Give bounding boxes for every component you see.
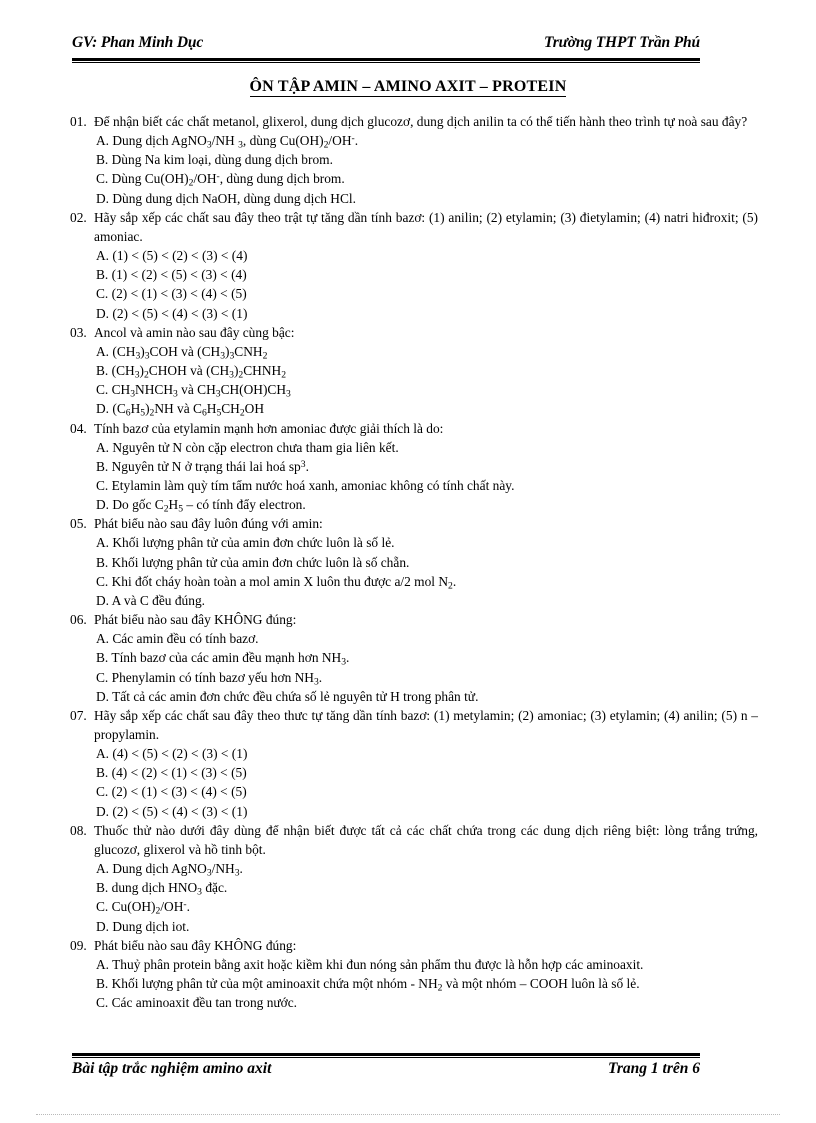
document-page: GV: Phan Minh Dục Trường THPT Trần Phú Ô… [0,0,816,1123]
question-block: 08. Thuốc thử nào dưới đây dùng để nhận b… [70,821,758,936]
question-stem-row: 09. Phát biểu nào sau đây KHÔNG đúng: [70,936,758,955]
question-number: 09. [70,937,87,953]
question-stem-row: 07. Hãy sắp xếp các chất sau đây theo thư… [70,706,758,744]
answer-option[interactable]: C. Phenylamin có tính bazơ yếu hơn NH3. [70,668,758,687]
page-header: GV: Phan Minh Dục Trường THPT Trần Phú [72,34,700,52]
answer-option[interactable]: A. Nguyên tử N còn cặp electron chưa tha… [70,438,758,457]
answer-option[interactable]: C. Các aminoaxit đều tan trong nước. [70,993,758,1012]
answer-option[interactable]: A. Dung dịch AgNO3/NH 3, dùng Cu(OH)2/OH… [70,131,758,150]
question-stem: Ancol và amin nào sau đây cùng bậc: [94,324,295,340]
question-stem: Tính bazơ của etylamin mạnh hơn amoniac … [94,420,444,436]
footer-divider [72,1053,700,1058]
question-block: 01. Để nhận biết các chất metanol, glixer… [70,112,758,208]
question-stem-row: 06. Phát biểu nào sau đây KHÔNG đúng: [70,610,758,629]
question-number: 01. [70,114,87,129]
question-number: 05. [70,516,87,532]
footer-page-number: Trang 1 trên 6 [607,1060,700,1077]
header-teacher-name: GV: Phan Minh Dục [72,34,204,51]
answer-option[interactable]: C. (2) < (1) < (3) < (4) < (5) [70,782,758,801]
question-block: 05. Phát biểu nào sau đây luôn đúng với a… [70,514,758,610]
answer-option[interactable]: C. Dùng Cu(OH)2/OH-, dùng dung dịch brom… [70,169,758,188]
answer-option[interactable]: D. A và C đều đúng. [70,591,758,610]
question-stem: Thuốc thử nào dưới đây dùng để nhận biết… [94,822,758,857]
question-block: 07. Hãy sắp xếp các chất sau đây theo thư… [70,706,758,821]
question-stem: Phát biểu nào sau đây KHÔNG đúng: [94,937,297,953]
answer-option[interactable]: D. (2) < (5) < (4) < (3) < (1) [70,802,758,821]
header-divider [72,58,700,63]
answer-option[interactable]: D. Tất cả các amin đơn chức đều chứa số … [70,687,758,706]
answer-option[interactable]: C. Khi đốt cháy hoàn toàn a mol amin X l… [70,572,758,591]
answer-option[interactable]: C. (2) < (1) < (3) < (4) < (5) [70,284,758,303]
question-number: 07. [70,707,87,723]
question-stem: Hãy sắp xếp các chất sau đây theo thưc t… [94,707,758,742]
question-stem-row: 04. Tính bazơ của etylamin mạnh hơn amoni… [70,419,758,438]
answer-option[interactable]: B. Nguyên tử N ở trạng thái lai hoá sp3. [70,457,758,476]
answer-option[interactable]: B. (CH3)2CHOH và (CH3)2CHNH2 [70,361,758,380]
question-stem-row: 03. Ancol và amin nào sau đây cùng bậc: [70,323,758,342]
page-title: ÔN TẬP AMIN – AMINO AXIT – PROTEIN [0,78,816,97]
answer-option[interactable]: A. (CH3)3COH và (CH3)3CNH2 [70,342,758,361]
question-stem: Để nhận biết các chất metanol, glixerol,… [94,114,748,129]
question-stem-row: 05. Phát biểu nào sau đây luôn đúng với a… [70,514,758,533]
question-stem-row: 08. Thuốc thử nào dưới đây dùng để nhận b… [70,821,758,859]
answer-option[interactable]: D. Do gốc C2H5 – có tính đẩy electron. [70,495,758,514]
header-school-name: Trường THPT Trần Phú [544,34,700,51]
answer-option[interactable]: A. (1) < (5) < (2) < (3) < (4) [70,246,758,265]
question-number: 02. [70,209,87,225]
questions-container: 01. Để nhận biết các chất metanol, glixer… [70,112,758,1012]
bottom-dotted-rule [36,1114,780,1115]
answer-option[interactable]: B. dung dịch HNO3 đặc. [70,878,758,897]
answer-option[interactable]: B. Dùng Na kim loại, dùng dung dịch brom… [70,150,758,169]
answer-option[interactable]: A. Dung dịch AgNO3/NH3. [70,859,758,878]
question-block: 02. Hãy sắp xếp các chất sau đây theo trậ… [70,208,758,323]
answer-option[interactable]: D. (2) < (5) < (4) < (3) < (1) [70,304,758,323]
question-stem: Phát biểu nào sau đây KHÔNG đúng: [94,612,297,628]
question-number: 06. [70,612,87,628]
footer-document-title: Bài tập trắc nghiệm amino axit [72,1060,272,1077]
question-block: 06. Phát biểu nào sau đây KHÔNG đúng: A. C… [70,610,758,706]
page-title-text: ÔN TẬP AMIN – AMINO AXIT – PROTEIN [249,78,567,97]
question-number: 08. [70,822,87,838]
question-stem: Phát biểu nào sau đây luôn đúng với amin… [94,516,323,532]
question-block: 09. Phát biểu nào sau đây KHÔNG đúng: A. T… [70,936,758,1013]
question-number: 04. [70,420,87,436]
answer-option[interactable]: D. Dùng dung dịch NaOH, dùng dung dịch H… [70,189,758,208]
answer-option[interactable]: A. Thuỷ phân protein bằng axit hoặc kiềm… [70,955,758,974]
answer-option[interactable]: C. Cu(OH)2/OH-. [70,897,758,916]
answer-option[interactable]: C. CH3NHCH3 và CH3CH(OH)CH3 [70,380,758,399]
answer-option[interactable]: B. Khối lượng phân tử của amin đơn chức … [70,553,758,572]
page-footer: Bài tập trắc nghiệm amino axit Trang 1 t… [72,1060,700,1078]
answer-option[interactable]: D. (C6H5)2NH và C6H5CH2OH [70,399,758,418]
answer-option[interactable]: A. (4) < (5) < (2) < (3) < (1) [70,744,758,763]
answer-option[interactable]: B. Tính bazơ của các amin đều mạnh hơn N… [70,648,758,667]
answer-option[interactable]: B. (4) < (2) < (1) < (3) < (5) [70,763,758,782]
question-block: 03. Ancol và amin nào sau đây cùng bậc: A.… [70,323,758,419]
answer-option[interactable]: C. Etylamin làm quỳ tím tẩm nước hoá xan… [70,476,758,495]
question-stem-row: 01. Để nhận biết các chất metanol, glixer… [70,112,758,131]
answer-option[interactable]: B. (1) < (2) < (5) < (3) < (4) [70,265,758,284]
question-stem: Hãy sắp xếp các chất sau đây theo trật t… [94,209,758,244]
answer-option[interactable]: A. Các amin đều có tính bazơ. [70,629,758,648]
answer-option[interactable]: A. Khối lượng phân tử của amin đơn chức … [70,533,758,552]
question-number: 03. [70,324,87,340]
answer-option[interactable]: B. Khối lượng phân tử của một aminoaxit … [70,974,758,993]
question-block: 04. Tính bazơ của etylamin mạnh hơn amoni… [70,419,758,515]
answer-option[interactable]: D. Dung dịch iot. [70,917,758,936]
question-stem-row: 02. Hãy sắp xếp các chất sau đây theo trậ… [70,208,758,246]
